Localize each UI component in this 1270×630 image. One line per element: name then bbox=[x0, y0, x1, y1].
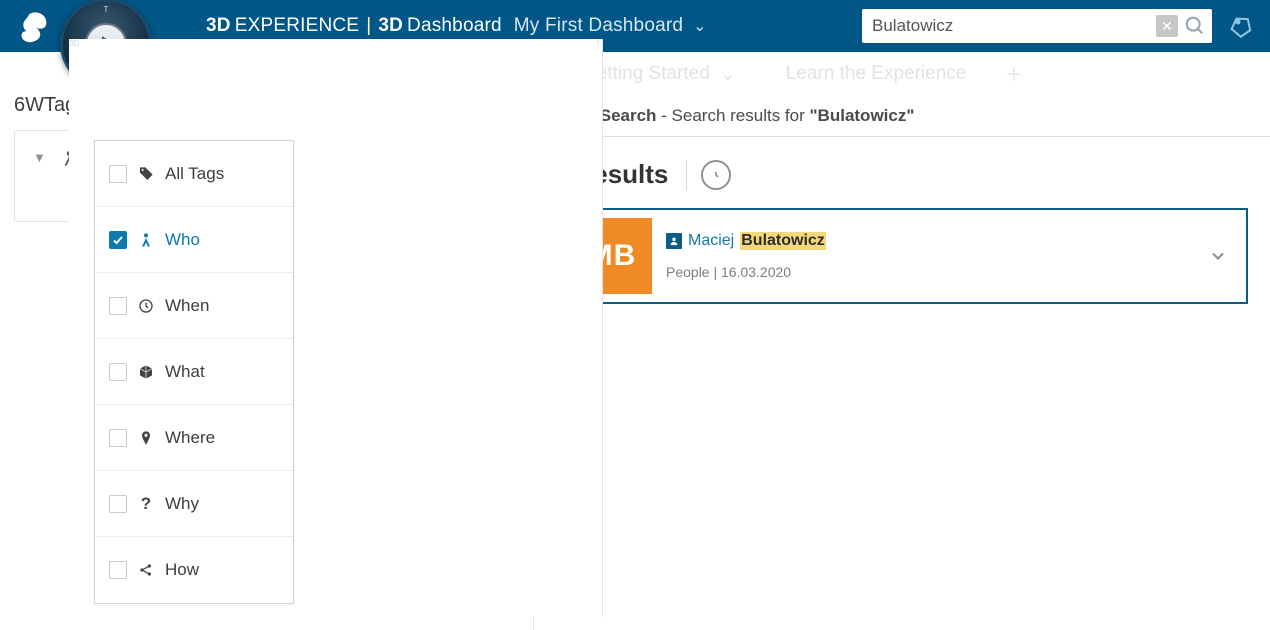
top-bar: T V.R 3D I 3DEXPERIENCE | 3DDashboard My… bbox=[0, 0, 1270, 52]
clear-search-button[interactable]: ✕ bbox=[1156, 15, 1178, 37]
divider bbox=[686, 160, 687, 190]
collapse-icon[interactable]: ▼ bbox=[33, 150, 46, 165]
compass-label-top: T bbox=[104, 5, 109, 14]
option-label: All Tags bbox=[165, 164, 224, 184]
sixw-option-what[interactable]: What bbox=[95, 339, 293, 405]
sixw-dropdown[interactable]: All Tags Who When What Where ? Why How bbox=[94, 140, 294, 604]
clock-icon bbox=[137, 298, 155, 314]
ds-logo[interactable] bbox=[16, 6, 56, 46]
sixw-option-how[interactable]: How bbox=[95, 537, 293, 603]
brand-experience: EXPERIENCE bbox=[235, 15, 359, 37]
tag-icon bbox=[137, 166, 155, 182]
tab-label: Learn the Experience bbox=[786, 63, 967, 85]
option-label: How bbox=[165, 560, 199, 580]
checkbox-icon[interactable] bbox=[109, 363, 127, 381]
checkbox-icon[interactable] bbox=[109, 165, 127, 183]
dashboard-name[interactable]: My First Dashboard bbox=[514, 15, 683, 37]
share-icon bbox=[137, 562, 155, 578]
brand-title: 3DEXPERIENCE | 3DDashboard My First Dash… bbox=[206, 15, 707, 37]
sixw-option-when[interactable]: When bbox=[95, 273, 293, 339]
option-label: Who bbox=[165, 230, 200, 250]
checkbox-icon[interactable] bbox=[109, 561, 127, 579]
dashboard-tabs: ➔ Getting Started ⌄ Learn the Experience… bbox=[534, 52, 1270, 96]
result-card[interactable]: MB Maciej Bulatowicz People | 16.03.2020 bbox=[546, 208, 1248, 304]
option-label: What bbox=[165, 362, 205, 382]
search-input[interactable] bbox=[872, 16, 1156, 36]
sixw-option-why[interactable]: ? Why bbox=[95, 471, 293, 537]
sixw-option-where[interactable]: Where bbox=[95, 405, 293, 471]
pin-icon bbox=[137, 430, 155, 446]
dashboard-dropdown-icon[interactable]: ⌄ bbox=[693, 16, 707, 36]
main-content: ➔ Getting Started ⌄ Learn the Experience… bbox=[534, 52, 1270, 630]
search-title-row: 3DSearch - Search results for "Bulatowic… bbox=[534, 96, 1270, 137]
result-first-name: Maciej bbox=[688, 232, 734, 250]
history-icon[interactable] bbox=[701, 160, 731, 190]
who-icon bbox=[137, 232, 155, 248]
global-search[interactable]: ✕ bbox=[862, 9, 1212, 43]
result-last-name-highlight: Bulatowicz bbox=[740, 232, 826, 250]
add-tab-button[interactable]: + bbox=[1006, 59, 1021, 90]
tag-icon[interactable] bbox=[1230, 14, 1254, 38]
result-name[interactable]: Maciej Bulatowicz bbox=[666, 232, 1194, 250]
checkbox-icon[interactable] bbox=[109, 297, 127, 315]
person-icon bbox=[666, 233, 682, 249]
option-label: When bbox=[165, 296, 209, 316]
result-meta: People | 16.03.2020 bbox=[666, 264, 1194, 280]
chevron-down-icon[interactable] bbox=[1208, 246, 1228, 266]
checkbox-icon[interactable] bbox=[109, 495, 127, 513]
brand-3d: 3D bbox=[206, 15, 231, 37]
compass-launcher[interactable]: T V.R 3D I bbox=[60, 0, 152, 90]
option-label: Where bbox=[165, 428, 215, 448]
search-icon[interactable] bbox=[1184, 15, 1206, 37]
option-label: Why bbox=[165, 494, 199, 514]
checkbox-icon[interactable] bbox=[109, 231, 127, 249]
results-header: 1 Results bbox=[534, 137, 1270, 194]
checkbox-icon[interactable] bbox=[109, 429, 127, 447]
cube-icon bbox=[137, 364, 155, 380]
sixw-option-who[interactable]: Who bbox=[95, 207, 293, 273]
brand-dash-3d: 3D bbox=[378, 15, 403, 37]
sixw-option-all-tags[interactable]: All Tags bbox=[95, 141, 293, 207]
brand-dashboard: Dashboard bbox=[407, 15, 502, 37]
chevron-down-icon[interactable]: ⌄ bbox=[720, 63, 736, 86]
search-results-title: 3DSearch - Search results for "Bulatowic… bbox=[578, 106, 914, 126]
question-icon: ? bbox=[137, 494, 155, 514]
tab-learn-experience[interactable]: Learn the Experience bbox=[786, 63, 967, 85]
